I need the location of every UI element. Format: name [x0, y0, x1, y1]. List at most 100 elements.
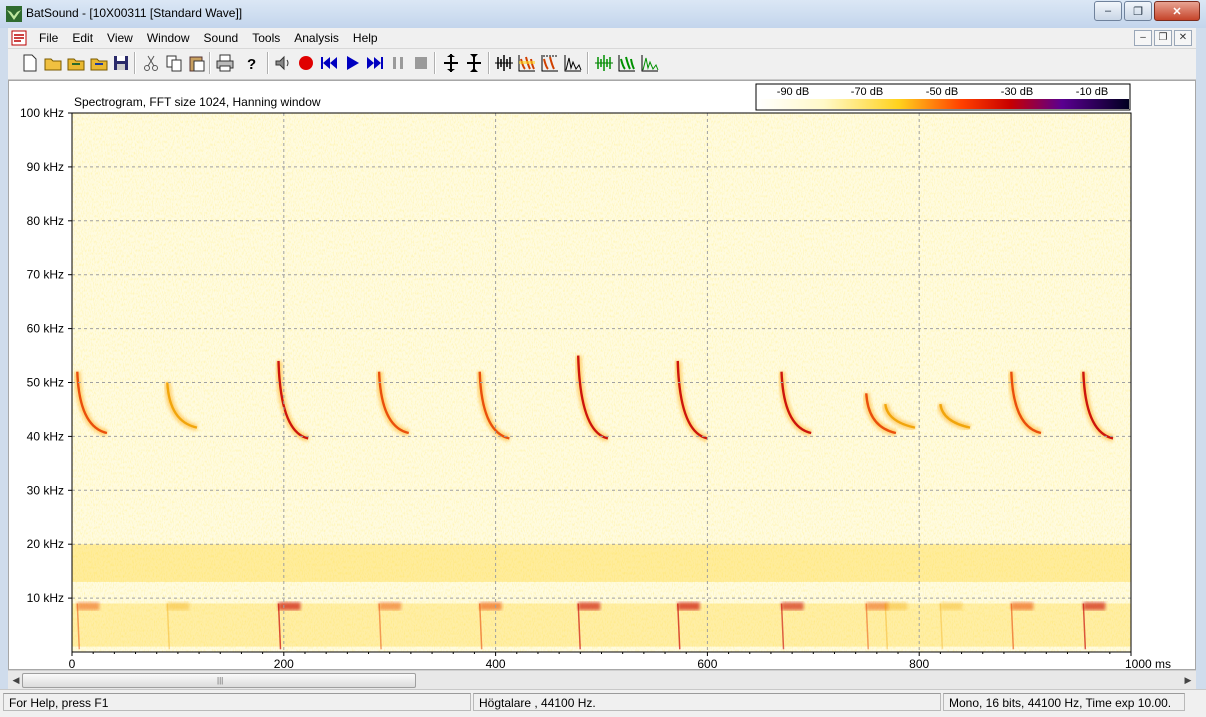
stop-button[interactable] — [411, 53, 431, 73]
document-window-buttons: – ❐ ✕ — [1132, 30, 1192, 46]
y-tick-label: 100 kHz — [20, 106, 64, 120]
speaker-icon — [275, 55, 289, 71]
horizontal-scrollbar[interactable]: ◀ ||| ▶ — [8, 670, 1196, 689]
menu-edit[interactable]: Edit — [65, 28, 100, 48]
title-bar: BatSound - [10X00311 [Standard Wave]] – … — [0, 0, 1206, 28]
doc-close-button[interactable]: ✕ — [1174, 30, 1192, 46]
status-help-text: For Help, press F1 — [3, 693, 471, 711]
call-low-echo — [677, 602, 700, 611]
rewind-button[interactable] — [319, 53, 339, 73]
close-button[interactable]: ✕ — [1154, 1, 1200, 21]
power-spectrum-button[interactable] — [563, 53, 583, 73]
menu-file[interactable]: File — [32, 28, 65, 48]
print-button[interactable] — [215, 53, 235, 73]
record-button[interactable] — [296, 53, 316, 73]
speaker-button[interactable] — [273, 53, 293, 73]
zoom-vertical-out-button[interactable] — [464, 53, 484, 73]
x-tick-label: 200 — [274, 657, 294, 669]
call-low-echo — [885, 602, 908, 611]
waveform-green-button[interactable] — [594, 53, 614, 73]
spectrogram-green-icon — [618, 55, 635, 72]
color-scale-label: -50 dB — [926, 86, 958, 98]
cut-button[interactable] — [141, 53, 161, 73]
call-low-echo — [1011, 602, 1034, 611]
new-file-icon — [23, 54, 37, 72]
spectrum-green-button[interactable] — [640, 53, 660, 73]
batsound-logo-icon — [6, 6, 22, 22]
open-folder-icon — [44, 58, 62, 71]
toolbar-separator — [587, 52, 589, 74]
zoom-vertical-in-button[interactable] — [441, 53, 461, 73]
call-low-echo — [77, 602, 100, 611]
color-scale: -90 dB -70 dB -50 dB -30 dB -10 dB — [755, 83, 1131, 111]
y-tick-label: 10 kHz — [27, 591, 64, 605]
doc-minimize-button[interactable]: – — [1134, 30, 1152, 46]
close-icon: ✕ — [1172, 5, 1182, 18]
spectrogram-view-icon — [518, 55, 535, 72]
maximize-button[interactable]: ❐ — [1124, 1, 1152, 21]
status-format: Mono, 16 bits, 44100 Hz, Time exp 10.00. — [943, 693, 1185, 711]
menu-tools[interactable]: Tools — [245, 28, 287, 48]
doc-restore-button[interactable]: ❐ — [1154, 30, 1172, 46]
menu-analysis[interactable]: Analysis — [287, 28, 346, 48]
y-tick-label: 40 kHz — [27, 429, 64, 443]
open-folder-3-button[interactable] — [89, 53, 109, 73]
x-tick-label: 1000 ms — [1125, 657, 1171, 669]
copy-icon — [166, 55, 182, 72]
menu-help[interactable]: Help — [346, 28, 385, 48]
spectrogram-view-button[interactable] — [517, 53, 537, 73]
zoom-vertical-in-icon — [444, 54, 458, 72]
color-scale-label: -90 dB — [777, 86, 809, 98]
x-tick-label: 800 — [909, 657, 929, 669]
waveform-view-icon — [495, 55, 513, 71]
waveform-view-button[interactable] — [494, 53, 514, 73]
open-folder-button[interactable] — [43, 53, 63, 73]
restore-icon: ❐ — [1133, 5, 1143, 18]
new-file-button[interactable] — [20, 53, 40, 73]
paste-button[interactable] — [187, 53, 207, 73]
spectrogram-plot[interactable]: 100 kHz 90 kHz 80 kHz 70 kHz 60 kHz 50 kHz 40 … — [9, 81, 1195, 669]
color-scale-label: -30 dB — [1001, 86, 1033, 98]
save-icon — [114, 56, 128, 70]
paste-icon — [189, 56, 205, 72]
menu-window[interactable]: Window — [140, 28, 197, 48]
call-low-echo — [278, 602, 301, 611]
record-icon — [299, 56, 313, 70]
x-tick-label: 0 — [69, 657, 76, 669]
play-icon — [347, 56, 359, 70]
x-tick-label: 600 — [697, 657, 717, 669]
y-tick-label: 30 kHz — [27, 483, 64, 497]
call-low-echo — [379, 602, 402, 611]
waveform-green-icon — [595, 55, 613, 71]
spectrogram-marked-button[interactable] — [540, 53, 560, 73]
plot-title: Spectrogram, FFT size 1024, Hanning wind… — [74, 95, 321, 109]
menu-sound[interactable]: Sound — [197, 28, 246, 48]
color-scale-label: -10 dB — [1076, 86, 1108, 98]
copy-button[interactable] — [164, 53, 184, 73]
document-icon[interactable] — [11, 30, 27, 46]
pause-button[interactable] — [388, 53, 408, 73]
cut-icon — [144, 55, 158, 71]
svg-text:?: ? — [247, 56, 256, 73]
x-axis: 0 200 400 600 800 1000 ms — [69, 652, 1171, 669]
y-axis: 100 kHz 90 kHz 80 kHz 70 kHz 60 kHz 50 kHz 40 … — [20, 106, 72, 605]
scroll-right-arrow-icon[interactable]: ▶ — [1180, 672, 1196, 688]
status-output-device: Högtalare , 44100 Hz. — [473, 693, 941, 711]
help-button[interactable]: ? — [241, 53, 261, 73]
menu-view[interactable]: View — [100, 28, 140, 48]
toolbar-separator — [209, 52, 211, 74]
fast-forward-button[interactable] — [365, 53, 385, 73]
call-low-echo — [578, 602, 601, 611]
play-button[interactable] — [342, 53, 362, 73]
save-button[interactable] — [111, 53, 131, 73]
open-folder-2-button[interactable] — [66, 53, 86, 73]
minimize-button[interactable]: – — [1094, 1, 1122, 21]
y-tick-label: 70 kHz — [27, 268, 64, 282]
spectrogram-green-button[interactable] — [617, 53, 637, 73]
noise-band — [72, 603, 1131, 647]
print-icon — [216, 54, 234, 72]
stop-icon — [415, 57, 427, 69]
window-title: BatSound - [10X00311 [Standard Wave]] — [26, 6, 243, 20]
scroll-thumb[interactable]: ||| — [22, 673, 416, 688]
toolbar-separator — [488, 52, 490, 74]
